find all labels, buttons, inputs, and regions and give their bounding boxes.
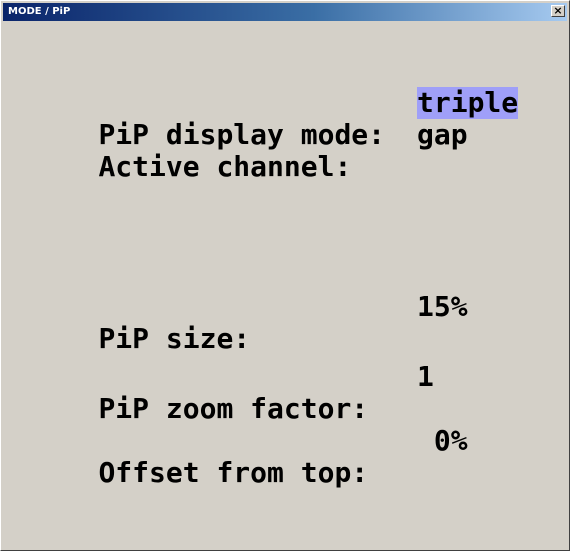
setting-label: Offset from top:: [98, 456, 369, 489]
window-title: MODE / PiP: [8, 6, 71, 17]
setting-row-active-channel[interactable]: Active channel: gap: [31, 119, 467, 247]
setting-label: Active channel:: [98, 150, 352, 183]
pip-mode-window: MODE / PiP × PiP display mode: triple Ac…: [0, 0, 570, 551]
setting-value[interactable]: 15%: [417, 291, 468, 323]
setting-value[interactable]: 1: [417, 361, 434, 393]
close-icon: ×: [553, 4, 563, 17]
setting-value-selected[interactable]: triple: [417, 87, 519, 119]
close-button[interactable]: ×: [551, 4, 565, 17]
title-bar[interactable]: MODE / PiP ×: [3, 3, 567, 21]
setting-label: PiP size:: [98, 322, 251, 355]
setting-row-offset-from-top[interactable]: Offset from top: 0%: [31, 425, 467, 550]
setting-value[interactable]: gap: [417, 119, 468, 151]
setting-label: PiP zoom factor:: [98, 392, 369, 425]
setting-value[interactable]: 0%: [417, 425, 468, 457]
